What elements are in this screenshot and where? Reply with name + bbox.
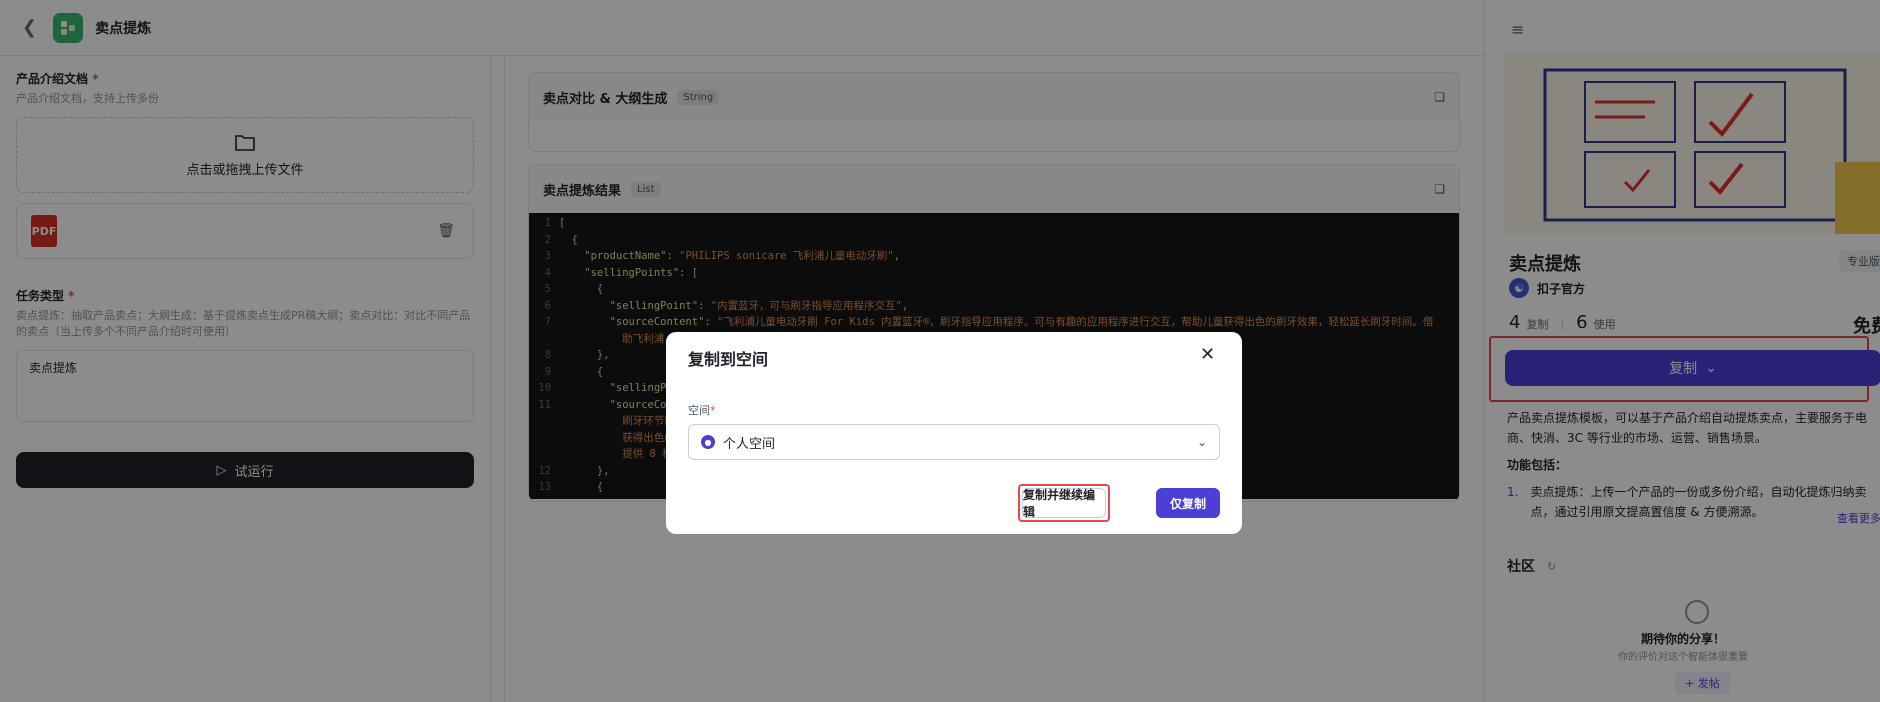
chevron-down-icon: ⌄ (1196, 435, 1207, 449)
close-icon[interactable]: ✕ (1200, 344, 1215, 365)
copy-to-space-dialog: 复制到空间 ✕ 空间* ● 个人空间 ⌄ 复制并继续编辑 仅复制 (666, 332, 1242, 534)
space-label: 空间* (688, 404, 716, 417)
user-icon: ● (701, 435, 715, 449)
dialog-title: 复制到空间 (688, 350, 769, 369)
space-select[interactable]: ● 个人空间 ⌄ (688, 424, 1220, 460)
copy-and-edit-button[interactable]: 复制并继续编辑 (1022, 488, 1106, 519)
copy-only-button[interactable]: 仅复制 (1156, 488, 1220, 518)
